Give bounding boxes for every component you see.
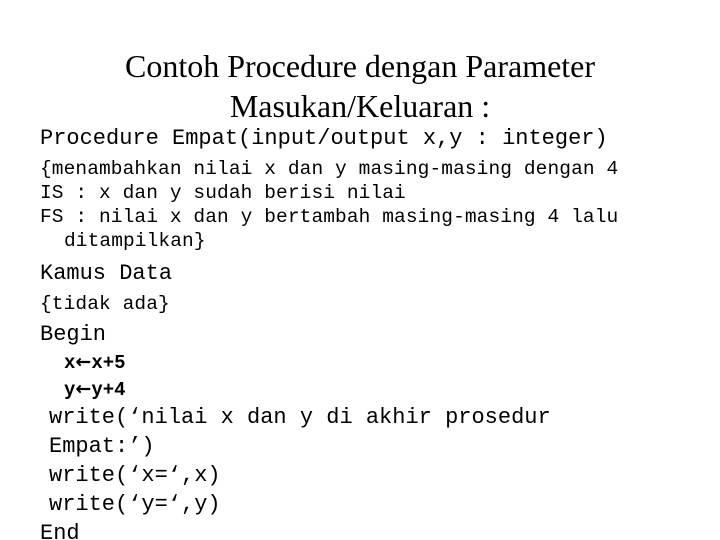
- code-line-comment-description: {menambahkan nilai x dan y masing-masing…: [40, 158, 619, 180]
- slide-title: Contoh Procedure dengan Parameter Masuka…: [124, 48, 604, 124]
- code-line-kamus-data-body: {tidak ada}: [40, 293, 170, 315]
- left-arrow-icon: ←: [75, 351, 92, 373]
- assign-x-expression: x+5: [91, 352, 126, 374]
- code-line-write-x: write(‘x=‘,x): [49, 463, 221, 488]
- code-line-assign-x: x←x+5: [40, 349, 712, 376]
- slide-canvas: Contoh Procedure dengan Parameter Masuka…: [0, 0, 720, 540]
- assign-y-variable: y: [64, 379, 76, 401]
- code-line-write-message-continued: Empat:’): [49, 434, 155, 459]
- code-line-write-message: write(‘nilai x dan y di akhir prosedur: [49, 405, 551, 430]
- left-arrow-icon: ←: [75, 378, 92, 400]
- assign-y-expression: y+4: [91, 379, 126, 401]
- code-line-begin: Begin: [40, 322, 107, 347]
- assign-x-variable: x: [64, 352, 76, 374]
- code-line-comment-final-state: FS : nilai x dan y bertambah masing-masi…: [40, 206, 619, 228]
- code-line-kamus-data-header: Kamus Data: [40, 261, 173, 286]
- code-line-assign-y: y←y+4: [40, 376, 712, 403]
- code-line-write-y: write(‘y=‘,y): [49, 492, 221, 517]
- code-line-procedure-signature: Procedure Empat(input/output x,y : integ…: [40, 126, 608, 151]
- pseudocode-block: Procedure Empat(input/output x,y : integ…: [40, 124, 712, 540]
- code-line-comment-initial-state: IS : x dan y sudah berisi nilai: [40, 182, 406, 204]
- code-line-end: End: [40, 521, 80, 540]
- code-line-comment-final-state-continued: ditampilkan}: [64, 230, 206, 252]
